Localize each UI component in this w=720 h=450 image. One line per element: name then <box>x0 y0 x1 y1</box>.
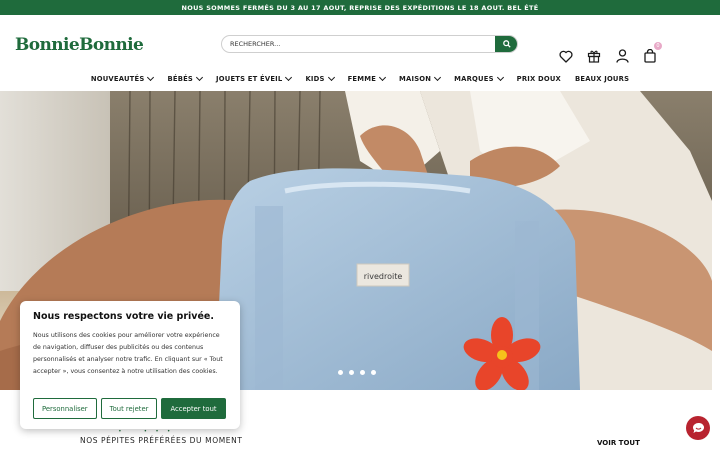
account-button[interactable] <box>615 49 629 63</box>
wishlist-button[interactable] <box>559 49 573 63</box>
chat-icon <box>692 422 704 433</box>
see-all-link[interactable]: VOIR TOUT <box>597 439 640 447</box>
cart-button[interactable]: 0 <box>643 42 662 63</box>
carousel-dots <box>338 370 376 375</box>
carousel-dot[interactable] <box>360 370 365 375</box>
chevron-down-icon <box>434 73 442 82</box>
header-icons: 0 <box>559 42 662 63</box>
carousel-dot[interactable] <box>349 370 354 375</box>
nav-item-beaux-jours[interactable]: BEAUX JOURS <box>568 75 636 83</box>
nav-item-label: BEAUX JOURS <box>575 75 630 83</box>
bag-icon <box>644 49 656 63</box>
customize-cookies-button[interactable]: Personnaliser <box>33 398 97 419</box>
cookie-title: Nous respectons votre vie privée. <box>33 311 214 322</box>
search-button[interactable] <box>495 36 517 52</box>
cookie-body: Nous utilisons des cookies pour améliore… <box>33 332 223 375</box>
announcement-text: NOUS SOMMES FERMÉS DU 3 AU 17 AOUT, REPR… <box>181 3 539 12</box>
nav-item-bebes[interactable]: BÉBÉS <box>160 73 209 83</box>
nav-item-marques[interactable]: MARQUES <box>447 73 510 83</box>
nav-item-kids[interactable]: KIDS <box>298 73 340 83</box>
chevron-down-icon <box>327 73 335 82</box>
nav-item-label: NOUVEAUTÉS <box>90 75 145 83</box>
chat-button[interactable] <box>686 416 710 440</box>
nav-item-label: MARQUES <box>454 75 494 83</box>
site-header: BonnieBonnie 0 <box>0 15 720 72</box>
cookie-actions: Personnaliser Tout rejeter Accepter tout <box>33 398 226 419</box>
nav-item-prix-doux[interactable]: PRIX DOUX <box>510 75 568 83</box>
nav-item-label: JOUETS ET ÉVEIL <box>216 75 283 83</box>
accept-cookies-button[interactable]: Accepter tout <box>161 398 226 419</box>
search-input[interactable] <box>222 36 495 52</box>
chevron-down-icon <box>195 73 204 82</box>
nav-item-label: BÉBÉS <box>167 75 194 83</box>
site-logo[interactable]: BonnieBonnie <box>15 35 144 55</box>
nav-item-jouets[interactable]: JOUETS ET ÉVEIL <box>209 73 298 83</box>
chevron-down-icon <box>496 73 504 82</box>
chevron-down-icon <box>147 73 155 82</box>
carousel-dot[interactable] <box>371 370 376 375</box>
gift-icon <box>587 50 601 63</box>
nav-item-label: PRIX DOUX <box>516 75 562 83</box>
nav-item-label: KIDS <box>305 75 325 83</box>
nav-item-label: FEMME <box>347 75 377 83</box>
cookie-banner: Nous respectons votre vie privée. Nous u… <box>20 301 240 429</box>
nav-item-label: MAISON <box>399 75 432 83</box>
carousel-dot[interactable] <box>338 370 343 375</box>
search-icon <box>502 40 511 48</box>
bag-label-text: rivedroite <box>364 272 403 281</box>
chevron-down-icon <box>285 73 293 82</box>
search-bar <box>221 35 518 53</box>
reject-cookies-button[interactable]: Tout rejeter <box>100 398 158 419</box>
gift-button[interactable] <box>587 49 601 63</box>
nav-item-femme[interactable]: FEMME <box>341 73 392 83</box>
chevron-down-icon <box>379 73 387 82</box>
heart-icon <box>559 50 573 63</box>
section-subtitle: NOS PÉPITES PRÉFÉRÉES DU MOMENT <box>80 436 243 445</box>
cart-count-badge: 0 <box>654 42 662 50</box>
nav-item-nouveautes[interactable]: NOUVEAUTÉS <box>84 73 161 83</box>
nav-item-maison[interactable]: MAISON <box>392 73 447 83</box>
user-icon <box>615 49 629 63</box>
announcement-bar: NOUS SOMMES FERMÉS DU 3 AU 17 AOUT, REPR… <box>0 0 720 15</box>
